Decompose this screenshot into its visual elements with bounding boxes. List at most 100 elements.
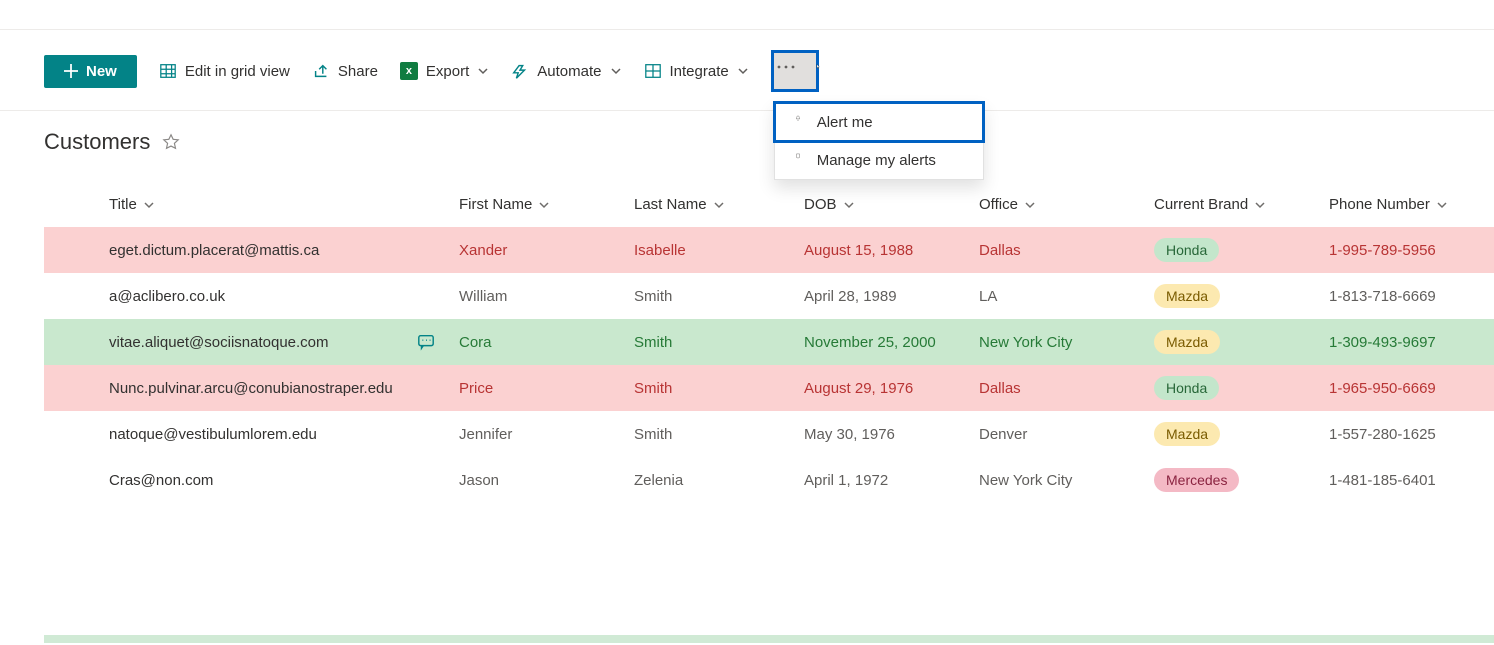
cell-title: vitae.aliquet@sociisnatoque.com [109, 334, 329, 351]
table-row[interactable]: vitae.aliquet@sociisnatoque.com CoraSmith… [44, 319, 1494, 365]
cell-dob: November 25, 2000 [804, 324, 979, 361]
more-actions-button[interactable]: Alert me Manage my alerts [771, 50, 819, 92]
cell-brand: Honda [1154, 228, 1329, 272]
cell-last-name: Isabelle [634, 232, 804, 269]
top-bar [0, 0, 1494, 30]
brand-pill: Honda [1154, 238, 1219, 262]
menu-manage-alerts[interactable]: Manage my alerts [775, 141, 983, 179]
cell-dob: April 1, 1972 [804, 462, 979, 499]
column-phone[interactable]: Phone Number [1329, 186, 1494, 223]
chevron-down-icon [143, 199, 155, 211]
table-row[interactable]: Cras@non.comJasonZeleniaApril 1, 1972New… [44, 457, 1494, 503]
comment-icon [417, 333, 435, 351]
cell-last-name: Smith [634, 324, 804, 361]
brand-pill: Mazda [1154, 284, 1220, 308]
chevron-down-icon [1024, 199, 1036, 211]
command-bar: New Edit in grid view Share x Export Aut… [0, 30, 1494, 111]
list-title-row: Customers [44, 123, 1494, 181]
cell-dob: August 15, 1988 [804, 232, 979, 269]
cell-first-name: Xander [459, 232, 634, 269]
share-label: Share [338, 63, 378, 80]
data-grid: Title First Name Last Name DOB Office Cu… [44, 181, 1494, 503]
table-row[interactable]: eget.dictum.placerat@mattis.ca XanderIsab… [44, 227, 1494, 273]
integrate-icon [644, 62, 662, 80]
share-icon [312, 62, 330, 80]
automate-label: Automate [537, 63, 601, 80]
cell-title: eget.dictum.placerat@mattis.ca [109, 242, 319, 259]
cell-brand: Honda [1154, 366, 1329, 410]
cell-last-name: Zelenia [634, 462, 804, 499]
cell-office: Denver [979, 416, 1154, 453]
brand-pill: Honda [1154, 376, 1219, 400]
excel-icon: x [400, 62, 418, 80]
cell-phone: 1-309-493-9697 [1329, 324, 1494, 361]
new-button[interactable]: New [44, 55, 137, 88]
cell-phone: 1-995-789-5956 [1329, 232, 1494, 269]
chevron-down-icon [1436, 199, 1448, 211]
cell-dob: August 29, 1976 [804, 370, 979, 407]
cell-first-name: William [459, 278, 634, 315]
cell-dob: April 28, 1989 [804, 278, 979, 315]
cell-phone: 1-481-185-6401 [1329, 462, 1494, 499]
more-icon [777, 64, 795, 70]
brand-pill: Mazda [1154, 422, 1220, 446]
cell-office: New York City [979, 324, 1154, 361]
menu-alert-me[interactable]: Alert me [775, 103, 983, 141]
overflow-menu: Alert me Manage my alerts [774, 102, 984, 180]
bell-icon [789, 113, 807, 131]
cell-first-name: Cora [459, 324, 634, 361]
column-title[interactable]: Title [109, 186, 459, 223]
column-last-name[interactable]: Last Name [634, 186, 804, 223]
cell-brand: Mazda [1154, 412, 1329, 456]
cell-office: LA [979, 278, 1154, 315]
chevron-down-icon [843, 199, 855, 211]
cell-title: a@aclibero.co.uk [109, 288, 225, 305]
cell-dob: May 30, 1976 [804, 416, 979, 453]
chevron-down-icon [1254, 199, 1266, 211]
list-title: Customers [44, 129, 150, 155]
menu-alert-me-label: Alert me [817, 114, 873, 131]
cell-brand: Mercedes [1154, 458, 1329, 502]
bottom-accent [44, 635, 1494, 643]
automate-icon [511, 62, 529, 80]
cell-phone: 1-965-950-6669 [1329, 370, 1494, 407]
cell-last-name: Smith [634, 416, 804, 453]
cell-first-name: Jennifer [459, 416, 634, 453]
cell-phone: 1-557-280-1625 [1329, 416, 1494, 453]
column-brand[interactable]: Current Brand [1154, 186, 1329, 223]
column-first-name[interactable]: First Name [459, 186, 634, 223]
cell-phone: 1-813-718-6669 [1329, 278, 1494, 315]
cell-brand: Mazda [1154, 274, 1329, 318]
automate-button[interactable]: Automate [511, 62, 621, 80]
table-row[interactable]: a@aclibero.co.uk WilliamSmithApril 28, 19… [44, 273, 1494, 319]
grid-icon [159, 62, 177, 80]
cell-office: Dallas [979, 232, 1154, 269]
integrate-button[interactable]: Integrate [644, 62, 749, 80]
share-button[interactable]: Share [312, 62, 378, 80]
chevron-down-icon [477, 65, 489, 77]
export-button[interactable]: x Export [400, 62, 489, 80]
header-row: Title First Name Last Name DOB Office Cu… [44, 181, 1494, 227]
brand-pill: Mercedes [1154, 468, 1239, 492]
column-office[interactable]: Office [979, 186, 1154, 223]
cell-title: Nunc.pulvinar.arcu@conubianostraper.edu [109, 380, 393, 397]
chevron-down-icon [610, 65, 622, 77]
cell-title: Cras@non.com [109, 472, 213, 489]
table-row[interactable]: Nunc.pulvinar.arcu@conubianostraper.edu P… [44, 365, 1494, 411]
export-label: Export [426, 63, 469, 80]
table-row[interactable]: natoque@vestibulumlorem.eduJenniferSmith… [44, 411, 1494, 457]
chevron-down-icon [538, 199, 550, 211]
note-icon [789, 151, 807, 169]
new-button-label: New [86, 63, 117, 80]
plus-icon [64, 64, 78, 78]
content: Customers Title First Name Last Name DOB… [0, 111, 1494, 503]
column-dob[interactable]: DOB [804, 186, 979, 223]
menu-manage-alerts-label: Manage my alerts [817, 152, 936, 169]
cell-first-name: Price [459, 370, 634, 407]
cell-office: Dallas [979, 370, 1154, 407]
chevron-down-icon [713, 199, 725, 211]
cell-last-name: Smith [634, 278, 804, 315]
edit-grid-button[interactable]: Edit in grid view [159, 62, 290, 80]
brand-pill: Mazda [1154, 330, 1220, 354]
star-outline-icon[interactable] [162, 133, 180, 151]
